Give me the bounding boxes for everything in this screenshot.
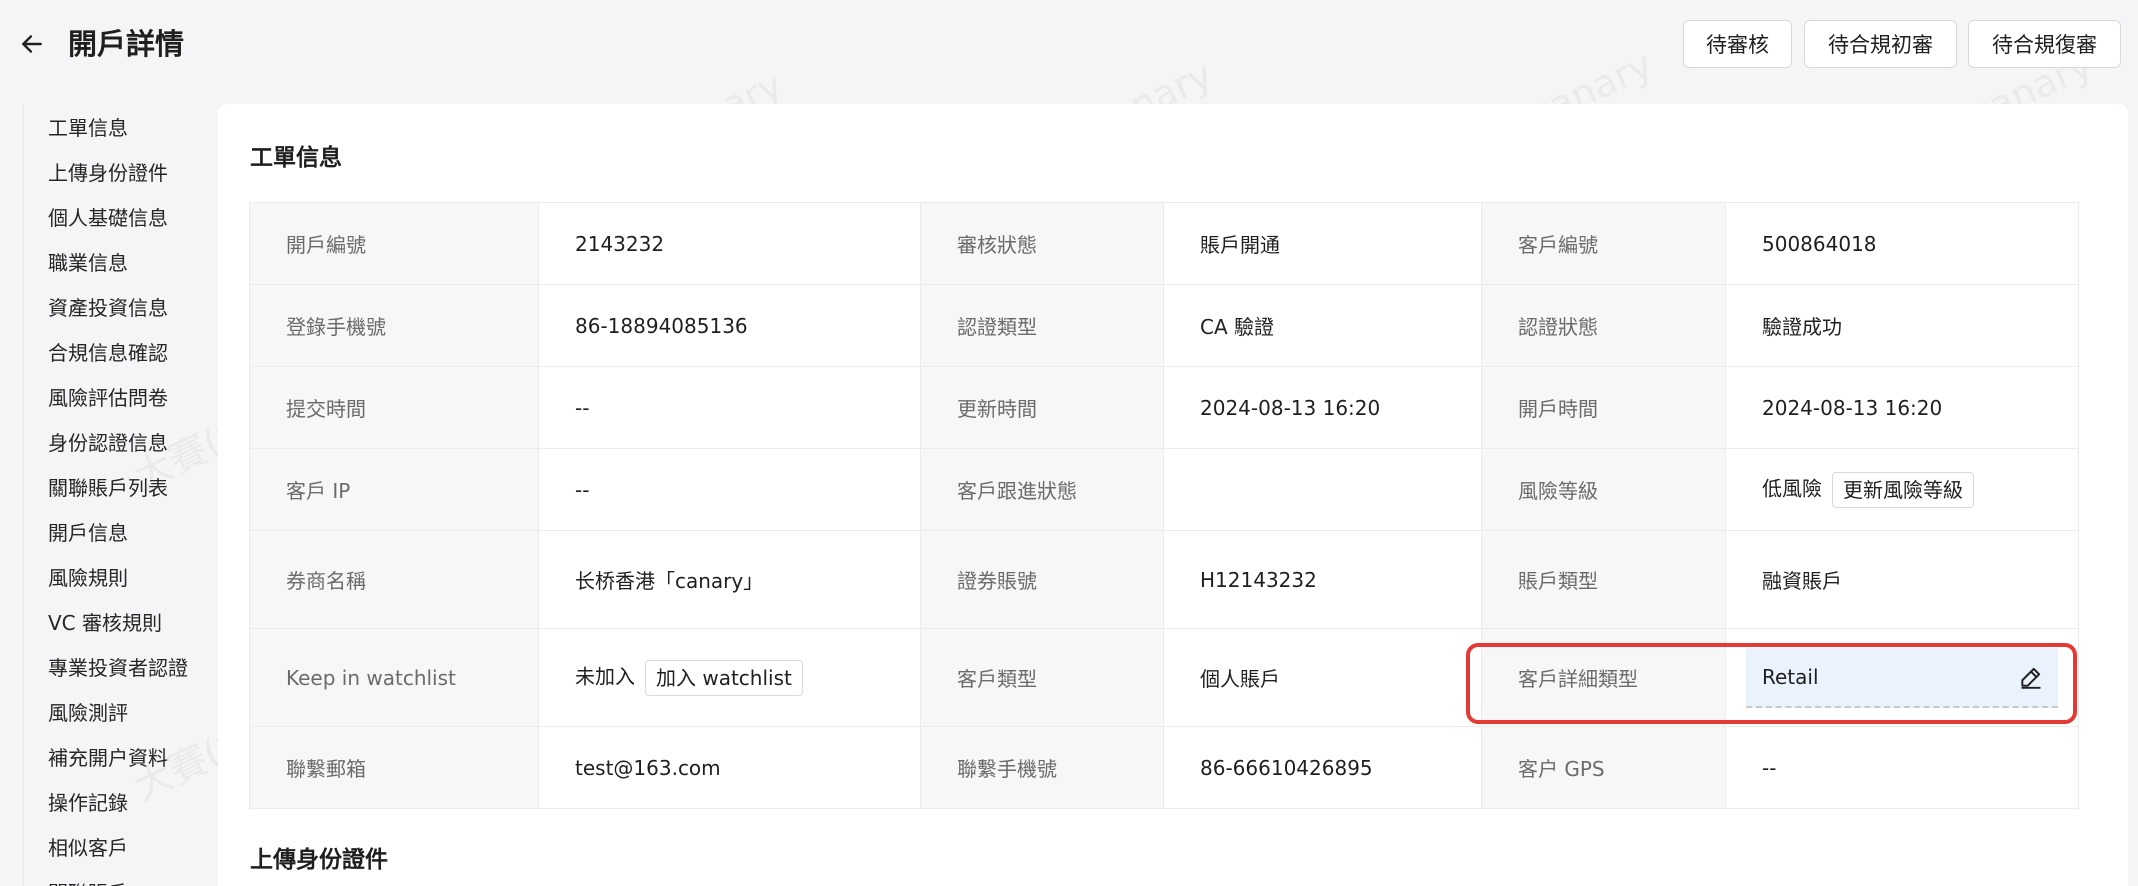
- sidebar-item[interactable]: 合規信息確認: [48, 337, 168, 366]
- page: 大賽(桂賽) canary 大賽(桂賽) canary 大賽(桂賽) canar…: [0, 0, 2138, 886]
- field-label: 客户 GPS: [1481, 726, 1726, 809]
- field-value: 长桥香港「canary」: [538, 530, 921, 629]
- table-row: 提交時間 -- 更新時間 2024-08-13 16:20 開戶時間 2024-…: [249, 366, 2079, 449]
- customer-detail-type-value: Retail: [1762, 664, 1819, 689]
- customer-detail-type-cell: Retail: [1725, 628, 2079, 727]
- risk-level-cell: 低風險 更新風險等級: [1725, 448, 2079, 531]
- field-value: test@163.com: [538, 726, 921, 809]
- field-value: 驗證成功: [1725, 284, 2079, 367]
- field-label: 審核狀態: [920, 202, 1164, 285]
- field-value: CA 驗證: [1163, 284, 1482, 367]
- back-button[interactable]: [14, 26, 50, 62]
- sidebar-item[interactable]: 風險規則: [48, 562, 128, 591]
- field-label: 登錄手機號: [249, 284, 539, 367]
- field-label: 提交時間: [249, 366, 539, 449]
- sidebar-item[interactable]: 開戶信息: [48, 517, 128, 546]
- field-value: --: [1725, 726, 2079, 809]
- field-label: 客戶 IP: [249, 448, 539, 531]
- field-label: 聯繫郵箱: [249, 726, 539, 809]
- table-row: 客戶 IP -- 客戶跟進狀態 風險等級 低風險 更新風險等級: [249, 448, 2079, 531]
- field-label: 客戶詳細類型: [1481, 628, 1726, 727]
- field-value: 2024-08-13 16:20: [1163, 366, 1482, 449]
- field-label: 開戶編號: [249, 202, 539, 285]
- field-label: 聯繫手機號: [920, 726, 1164, 809]
- sidebar-item[interactable]: 上傳身份證件: [48, 157, 168, 186]
- sidebar-item[interactable]: 風險評估問卷: [48, 382, 168, 411]
- sidebar-item[interactable]: VC 審核規則: [48, 607, 162, 636]
- field-label: Keep in watchlist: [249, 628, 539, 727]
- field-value: 融資賬戶: [1725, 530, 2079, 629]
- sidebar-item[interactable]: 關聯賬戶: [48, 877, 128, 886]
- sidebar-item[interactable]: 相似客戶: [48, 832, 128, 861]
- field-label: 券商名稱: [249, 530, 539, 629]
- field-label: 客戶跟進狀態: [920, 448, 1164, 531]
- field-label: 開戶時間: [1481, 366, 1726, 449]
- field-label: 客戶編號: [1481, 202, 1726, 285]
- section-title: 上傳身份證件: [250, 847, 388, 873]
- field-value: 86-18894085136: [538, 284, 921, 367]
- field-label: 認證狀態: [1481, 284, 1726, 367]
- section-title: 工單信息: [250, 145, 342, 171]
- compliance-first-review-button[interactable]: 待合規初審: [1804, 20, 1957, 68]
- table-row: 開戶編號 2143232 審核狀態 賬戶開通 客戶編號 500864018: [249, 202, 2079, 285]
- field-label: 賬戶類型: [1481, 530, 1726, 629]
- customer-detail-type-editable[interactable]: Retail: [1746, 647, 2058, 708]
- sidebar-item[interactable]: 資產投資信息: [48, 292, 168, 321]
- field-label: 更新時間: [920, 366, 1164, 449]
- compliance-second-review-button[interactable]: 待合規復審: [1968, 20, 2121, 68]
- field-value: H12143232: [1163, 530, 1482, 629]
- update-risk-level-button[interactable]: 更新風險等級: [1832, 471, 1974, 508]
- watchlist-cell: 未加入 加入 watchlist: [538, 628, 921, 727]
- field-label: 認證類型: [920, 284, 1164, 367]
- field-label: 風險等級: [1481, 448, 1726, 531]
- field-value: --: [538, 448, 921, 531]
- table-row: 聯繫郵箱 test@163.com 聯繫手機號 86-66610426895 客…: [249, 726, 2079, 809]
- sidebar-item[interactable]: 風險測評: [48, 697, 128, 726]
- sidebar-item[interactable]: 專業投資者認證: [48, 652, 188, 681]
- sidebar-item[interactable]: 補充開户資料: [48, 742, 168, 771]
- ticket-info-table: 開戶編號 2143232 審核狀態 賬戶開通 客戶編號 500864018 登錄…: [249, 202, 2079, 809]
- pencil-icon[interactable]: [2018, 664, 2044, 690]
- risk-level-value: 低風險: [1762, 476, 1822, 500]
- sidebar-item[interactable]: 職業信息: [48, 247, 128, 276]
- field-value: 86-66610426895: [1163, 726, 1482, 809]
- sidebar-item[interactable]: 身份認證信息: [48, 427, 168, 456]
- pending-review-button[interactable]: 待審核: [1683, 20, 1792, 68]
- sidebar-item[interactable]: 工單信息: [48, 112, 128, 141]
- field-value: 2024-08-13 16:20: [1725, 366, 2079, 449]
- table-row: 登錄手機號 86-18894085136 認證類型 CA 驗證 認證狀態 驗證成…: [249, 284, 2079, 367]
- field-value: 個人賬戶: [1163, 628, 1482, 727]
- page-title: 開戶詳情: [68, 27, 185, 61]
- field-value: 2143232: [538, 202, 921, 285]
- main-card: 工單信息 開戶編號 2143232 審核狀態 賬戶開通 客戶編號 5008640…: [218, 104, 2128, 886]
- field-label: 證券賬號: [920, 530, 1164, 629]
- field-value: [1163, 448, 1482, 531]
- field-value: 賬戶開通: [1163, 202, 1482, 285]
- field-value: 500864018: [1725, 202, 2079, 285]
- watchlist-status: 未加入: [575, 664, 635, 688]
- field-value: --: [538, 366, 921, 449]
- table-row: 券商名稱 长桥香港「canary」 證券賬號 H12143232 賬戶類型 融資…: [249, 530, 2079, 629]
- field-label: 客戶類型: [920, 628, 1164, 727]
- sidebar-nav: 工單信息 上傳身份證件 個人基礎信息 職業信息 資產投資信息 合規信息確認 風險…: [22, 104, 212, 886]
- arrow-left-icon: [22, 35, 42, 53]
- sidebar-item[interactable]: 個人基礎信息: [48, 202, 168, 231]
- add-watchlist-button[interactable]: 加入 watchlist: [645, 659, 803, 696]
- sidebar-item[interactable]: 關聯賬戶列表: [48, 472, 168, 501]
- page-header: 開戶詳情 待審核 待合規初審 待合規復審: [0, 0, 2138, 88]
- table-row: Keep in watchlist 未加入 加入 watchlist 客戶類型 個…: [249, 628, 2079, 727]
- sidebar-item[interactable]: 操作記錄: [48, 787, 128, 816]
